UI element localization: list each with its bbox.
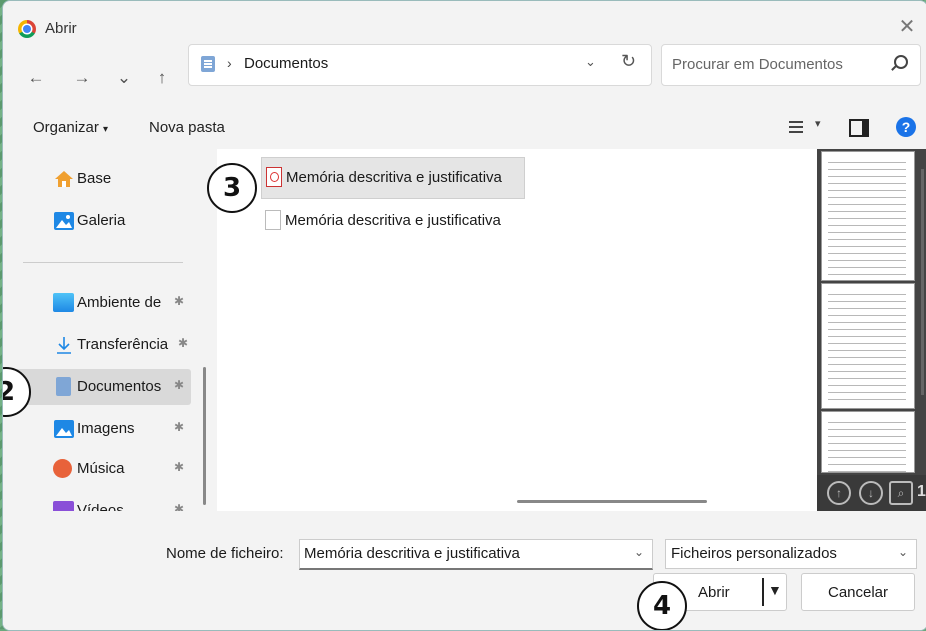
preview-page <box>821 411 915 476</box>
back-button[interactable]: ← <box>23 65 49 91</box>
address-bar[interactable]: › Documentos ⌄ ↻ <box>188 44 652 86</box>
search-input[interactable]: Procurar em Documentos <box>661 44 921 86</box>
open-options-arrow-icon[interactable]: ▼ <box>768 582 782 598</box>
music-icon <box>53 459 72 478</box>
desktop-icon <box>53 293 74 312</box>
navigation-pane: Base Galeria Ambiente de ✱ Transferência… <box>3 149 209 511</box>
previous-page-icon[interactable]: ↑ <box>827 481 851 505</box>
recent-locations-button[interactable]: ⌄ <box>111 65 137 91</box>
pin-icon[interactable]: ✱ <box>178 336 188 350</box>
sidebar-item-label: Base <box>77 170 112 187</box>
cancel-button-label: Cancelar <box>827 584 889 601</box>
preview-pane: ↑ ↓ ⌕ 1 <box>817 149 926 511</box>
home-icon <box>53 169 74 188</box>
sidebar-item-label: Música <box>77 460 125 477</box>
nav-divider <box>23 262 183 263</box>
pdf-file-icon <box>266 167 282 187</box>
command-bar: Organizar ▾ Nova pasta ▾ ? <box>3 111 926 147</box>
view-options-chevron-icon[interactable]: ▾ <box>815 117 821 130</box>
new-folder-button[interactable]: Nova pasta <box>149 119 225 136</box>
step-marker-4: 4 <box>637 581 687 630</box>
close-icon[interactable]: ✕ <box>895 15 919 39</box>
organize-chevron-icon: ▾ <box>103 124 109 135</box>
file-type-chevron-icon: ⌄ <box>897 545 908 559</box>
dialog-footer: Nome de ficheiro: Memória descritiva e j… <box>3 511 926 630</box>
forward-button[interactable]: → <box>69 65 95 91</box>
file-list: Memória descritiva e justificativa Memór… <box>217 149 817 511</box>
filename-input[interactable]: Memória descritiva e justificativa ⌄ <box>299 539 653 570</box>
zoom-icon[interactable]: ⌕ <box>889 481 913 505</box>
sidebar-item-musica[interactable]: Música ✱ <box>11 451 191 487</box>
document-file-icon <box>265 210 281 230</box>
preview-scrollbar[interactable] <box>921 169 924 395</box>
window-title: Abrir <box>45 20 77 37</box>
preview-pane-icon[interactable] <box>849 119 869 137</box>
breadcrumb-separator: › <box>227 55 232 71</box>
next-page-icon[interactable]: ↓ <box>859 481 883 505</box>
preview-page-number: 1 <box>917 483 926 500</box>
gallery-icon <box>53 211 74 230</box>
help-icon[interactable]: ? <box>896 117 916 137</box>
chrome-logo-icon <box>18 20 36 38</box>
file-item-pdf[interactable]: Memória descritiva e justificativa <box>261 157 525 199</box>
preview-controls: ↑ ↓ ⌕ 1 <box>817 475 926 511</box>
preview-page <box>821 283 915 409</box>
videos-icon <box>53 501 74 511</box>
step-marker-3: 3 <box>207 163 257 213</box>
sidebar-item-label: Vídeos <box>77 502 124 511</box>
cancel-button[interactable]: Cancelar <box>801 573 915 611</box>
pictures-icon <box>53 419 74 438</box>
sidebar-item-galeria[interactable]: Galeria <box>11 203 191 239</box>
sidebar-item-label: Ambiente de <box>77 294 162 311</box>
documents-folder-icon <box>201 56 215 72</box>
sidebar-item-ambiente-de-trabalho[interactable]: Ambiente de ✱ <box>11 285 191 321</box>
organize-label: Organizar <box>33 119 99 136</box>
sidebar-item-label: Transferência <box>77 336 169 353</box>
file-item-doc[interactable]: Memória descritiva e justificativa <box>261 201 523 241</box>
refresh-icon[interactable]: ↻ <box>621 51 636 72</box>
organize-menu[interactable]: Organizar ▾ <box>33 119 108 136</box>
pin-icon[interactable]: ✱ <box>174 460 184 474</box>
address-history-chevron-icon[interactable]: ⌄ <box>585 54 596 70</box>
pin-icon[interactable]: ✱ <box>174 378 184 392</box>
sidebar-item-imagens[interactable]: Imagens ✱ <box>11 411 191 447</box>
sidebar-item-transferencias[interactable]: Transferência ✱ <box>11 327 191 363</box>
file-name: Memória descritiva e justificativa <box>286 169 502 186</box>
filename-value: Memória descritiva e justificativa <box>304 545 520 562</box>
filename-dropdown-chevron-icon[interactable]: ⌄ <box>634 545 644 559</box>
open-split-divider <box>762 578 764 606</box>
pin-icon[interactable]: ✱ <box>174 502 184 511</box>
sidebar-item-label: Galeria <box>77 212 126 229</box>
open-file-dialog: Abrir ✕ ← → ⌄ ↑ › Documentos ⌄ ↻ Procura… <box>2 0 926 631</box>
documents-icon <box>56 377 71 396</box>
sidebar-item-videos[interactable]: Vídeos ✱ <box>11 493 191 511</box>
file-type-select[interactable]: Ficheiros personalizados ⌄ <box>665 539 917 569</box>
view-options-icon[interactable] <box>789 121 803 133</box>
sidebar-item-label: Documentos <box>77 378 162 395</box>
sidebar-item-label: Imagens <box>77 420 135 437</box>
navigation-scrollbar[interactable] <box>203 367 206 505</box>
pin-icon[interactable]: ✱ <box>174 294 184 308</box>
filename-label: Nome de ficheiro: <box>166 545 284 562</box>
file-type-value: Ficheiros personalizados <box>671 545 837 562</box>
download-icon <box>53 335 74 354</box>
file-list-horizontal-scrollbar[interactable] <box>517 500 707 503</box>
file-name: Memória descritiva e justificativa <box>285 212 501 229</box>
pin-icon[interactable]: ✱ <box>174 420 184 434</box>
search-placeholder: Procurar em Documentos <box>672 56 843 73</box>
breadcrumb-documents[interactable]: Documentos <box>244 55 328 72</box>
open-button-label: Abrir <box>698 584 730 601</box>
search-icon[interactable] <box>894 55 908 69</box>
sidebar-item-base[interactable]: Base <box>11 161 191 197</box>
sidebar-item-documentos[interactable]: Documentos ✱ <box>11 369 191 405</box>
preview-page <box>821 151 915 281</box>
up-button[interactable]: ↑ <box>149 65 175 91</box>
